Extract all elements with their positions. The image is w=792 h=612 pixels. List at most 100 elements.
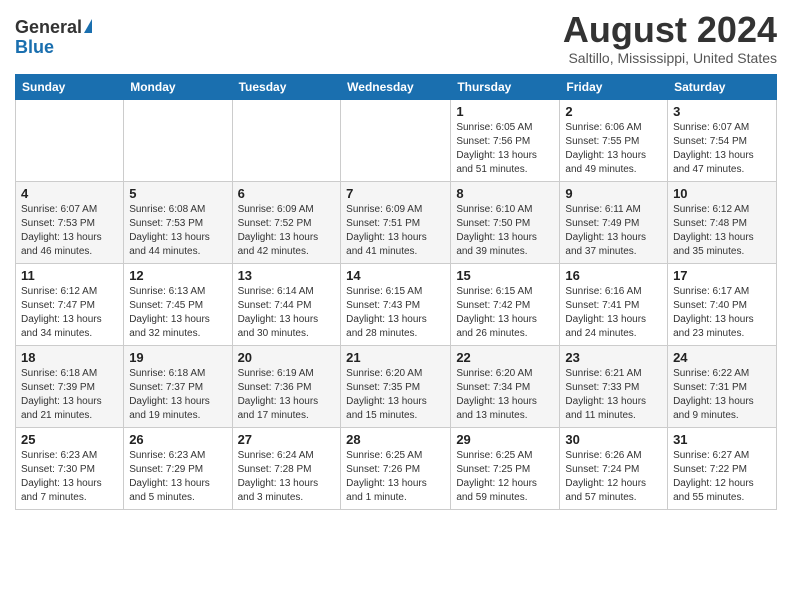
day-info: Sunrise: 6:21 AMSunset: 7:33 PMDaylight:… xyxy=(565,367,662,423)
day-info: Sunrise: 6:18 AMSunset: 7:37 PMDaylight:… xyxy=(129,367,226,423)
calendar-cell xyxy=(16,99,124,181)
calendar-cell: 27 Sunrise: 6:24 AMSunset: 7:28 PMDayligh… xyxy=(232,427,341,509)
day-info: Sunrise: 6:06 AMSunset: 7:55 PMDaylight:… xyxy=(565,121,662,177)
day-info: Sunrise: 6:19 AMSunset: 7:36 PMDaylight:… xyxy=(238,367,336,423)
day-info: Sunrise: 6:13 AMSunset: 7:45 PMDaylight:… xyxy=(129,285,226,341)
day-info: Sunrise: 6:10 AMSunset: 7:50 PMDaylight:… xyxy=(456,203,554,259)
day-number: 22 xyxy=(456,350,554,365)
day-info: Sunrise: 6:08 AMSunset: 7:53 PMDaylight:… xyxy=(129,203,226,259)
day-info: Sunrise: 6:27 AMSunset: 7:22 PMDaylight:… xyxy=(673,449,771,505)
day-number: 7 xyxy=(346,186,445,201)
calendar-cell: 28 Sunrise: 6:25 AMSunset: 7:26 PMDayligh… xyxy=(341,427,451,509)
calendar-cell: 16 Sunrise: 6:16 AMSunset: 7:41 PMDayligh… xyxy=(560,263,668,345)
day-of-week-header: Saturday xyxy=(668,74,777,99)
day-info: Sunrise: 6:23 AMSunset: 7:30 PMDaylight:… xyxy=(21,449,118,505)
day-number: 8 xyxy=(456,186,554,201)
day-number: 3 xyxy=(673,104,771,119)
day-number: 24 xyxy=(673,350,771,365)
day-number: 23 xyxy=(565,350,662,365)
day-info: Sunrise: 6:09 AMSunset: 7:52 PMDaylight:… xyxy=(238,203,336,259)
calendar-cell xyxy=(232,99,341,181)
calendar-cell: 30Sunrise: 6:26 AMSunset: 7:24 PMDayligh… xyxy=(560,427,668,509)
calendar-cell: 25 Sunrise: 6:23 AMSunset: 7:30 PMDayligh… xyxy=(16,427,124,509)
day-number: 18 xyxy=(21,350,118,365)
calendar-cell: 4Sunrise: 6:07 AMSunset: 7:53 PMDaylight… xyxy=(16,181,124,263)
calendar-cell: 7Sunrise: 6:09 AMSunset: 7:51 PMDaylight… xyxy=(341,181,451,263)
day-of-week-header: Monday xyxy=(124,74,232,99)
day-number: 21 xyxy=(346,350,445,365)
day-info: Sunrise: 6:20 AMSunset: 7:35 PMDaylight:… xyxy=(346,367,445,423)
calendar-cell: 18 Sunrise: 6:18 AMSunset: 7:39 PMDayligh… xyxy=(16,345,124,427)
calendar-cell: 24 Sunrise: 6:22 AMSunset: 7:31 PMDayligh… xyxy=(668,345,777,427)
day-number: 20 xyxy=(238,350,336,365)
day-info: Sunrise: 6:18 AMSunset: 7:39 PMDaylight:… xyxy=(21,367,118,423)
day-info: Sunrise: 6:25 AMSunset: 7:26 PMDaylight:… xyxy=(346,449,445,505)
day-info: Sunrise: 6:24 AMSunset: 7:28 PMDaylight:… xyxy=(238,449,336,505)
day-of-week-header: Sunday xyxy=(16,74,124,99)
logo-blue-text: Blue xyxy=(15,37,54,57)
calendar-cell: 1 Sunrise: 6:05 AMSunset: 7:56 PMDaylight… xyxy=(451,99,560,181)
day-number: 5 xyxy=(129,186,226,201)
day-of-week-header: Wednesday xyxy=(341,74,451,99)
day-info: Sunrise: 6:17 AMSunset: 7:40 PMDaylight:… xyxy=(673,285,771,341)
month-title: August 2024 xyxy=(563,10,777,50)
day-number: 10 xyxy=(673,186,771,201)
calendar-cell: 11Sunrise: 6:12 AMSunset: 7:47 PMDayligh… xyxy=(16,263,124,345)
day-number: 28 xyxy=(346,432,445,447)
calendar-cell: 9 Sunrise: 6:11 AMSunset: 7:49 PMDaylight… xyxy=(560,181,668,263)
day-number: 9 xyxy=(565,186,662,201)
day-number: 2 xyxy=(565,104,662,119)
day-info: Sunrise: 6:12 AMSunset: 7:47 PMDaylight:… xyxy=(21,285,118,341)
day-number: 12 xyxy=(129,268,226,283)
day-number: 4 xyxy=(21,186,118,201)
day-info: Sunrise: 6:22 AMSunset: 7:31 PMDaylight:… xyxy=(673,367,771,423)
day-number: 17 xyxy=(673,268,771,283)
calendar-cell: 2 Sunrise: 6:06 AMSunset: 7:55 PMDaylight… xyxy=(560,99,668,181)
calendar-week-row: 18 Sunrise: 6:18 AMSunset: 7:39 PMDayligh… xyxy=(16,345,777,427)
logo-general-text: General xyxy=(15,18,82,38)
day-info: Sunrise: 6:23 AMSunset: 7:29 PMDaylight:… xyxy=(129,449,226,505)
day-info: Sunrise: 6:14 AMSunset: 7:44 PMDaylight:… xyxy=(238,285,336,341)
calendar-week-row: 1 Sunrise: 6:05 AMSunset: 7:56 PMDaylight… xyxy=(16,99,777,181)
calendar-cell: 20 Sunrise: 6:19 AMSunset: 7:36 PMDayligh… xyxy=(232,345,341,427)
day-of-week-header: Thursday xyxy=(451,74,560,99)
calendar-cell: 14Sunrise: 6:15 AMSunset: 7:43 PMDayligh… xyxy=(341,263,451,345)
location-subtitle: Saltillo, Mississippi, United States xyxy=(563,50,777,66)
day-number: 1 xyxy=(456,104,554,119)
calendar-cell: 17 Sunrise: 6:17 AMSunset: 7:40 PMDayligh… xyxy=(668,263,777,345)
calendar-cell: 3 Sunrise: 6:07 AMSunset: 7:54 PMDaylight… xyxy=(668,99,777,181)
calendar-cell xyxy=(124,99,232,181)
calendar-cell: 26Sunrise: 6:23 AMSunset: 7:29 PMDayligh… xyxy=(124,427,232,509)
calendar-cell: 21 Sunrise: 6:20 AMSunset: 7:35 PMDayligh… xyxy=(341,345,451,427)
day-number: 27 xyxy=(238,432,336,447)
calendar-table: SundayMondayTuesdayWednesdayThursdayFrid… xyxy=(15,74,777,510)
day-info: Sunrise: 6:20 AMSunset: 7:34 PMDaylight:… xyxy=(456,367,554,423)
calendar-cell: 29 Sunrise: 6:25 AMSunset: 7:25 PMDayligh… xyxy=(451,427,560,509)
day-info: Sunrise: 6:15 AMSunset: 7:42 PMDaylight:… xyxy=(456,285,554,341)
day-of-week-header: Friday xyxy=(560,74,668,99)
calendar-cell: 15Sunrise: 6:15 AMSunset: 7:42 PMDayligh… xyxy=(451,263,560,345)
day-number: 29 xyxy=(456,432,554,447)
day-number: 31 xyxy=(673,432,771,447)
calendar-header-row: SundayMondayTuesdayWednesdayThursdayFrid… xyxy=(16,74,777,99)
day-info: Sunrise: 6:15 AMSunset: 7:43 PMDaylight:… xyxy=(346,285,445,341)
day-info: Sunrise: 6:25 AMSunset: 7:25 PMDaylight:… xyxy=(456,449,554,505)
calendar-cell: 13Sunrise: 6:14 AMSunset: 7:44 PMDayligh… xyxy=(232,263,341,345)
calendar-week-row: 4Sunrise: 6:07 AMSunset: 7:53 PMDaylight… xyxy=(16,181,777,263)
day-number: 6 xyxy=(238,186,336,201)
day-number: 30 xyxy=(565,432,662,447)
day-info: Sunrise: 6:05 AMSunset: 7:56 PMDaylight:… xyxy=(456,121,554,177)
calendar-cell xyxy=(341,99,451,181)
calendar-cell: 12 Sunrise: 6:13 AMSunset: 7:45 PMDayligh… xyxy=(124,263,232,345)
day-number: 19 xyxy=(129,350,226,365)
calendar-week-row: 11Sunrise: 6:12 AMSunset: 7:47 PMDayligh… xyxy=(16,263,777,345)
header: General Blue August 2024 Saltillo, Missi… xyxy=(15,10,777,66)
calendar-week-row: 25 Sunrise: 6:23 AMSunset: 7:30 PMDayligh… xyxy=(16,427,777,509)
day-number: 16 xyxy=(565,268,662,283)
day-of-week-header: Tuesday xyxy=(232,74,341,99)
day-info: Sunrise: 6:16 AMSunset: 7:41 PMDaylight:… xyxy=(565,285,662,341)
day-number: 25 xyxy=(21,432,118,447)
day-info: Sunrise: 6:07 AMSunset: 7:54 PMDaylight:… xyxy=(673,121,771,177)
day-info: Sunrise: 6:11 AMSunset: 7:49 PMDaylight:… xyxy=(565,203,662,259)
logo: General Blue xyxy=(15,18,92,58)
